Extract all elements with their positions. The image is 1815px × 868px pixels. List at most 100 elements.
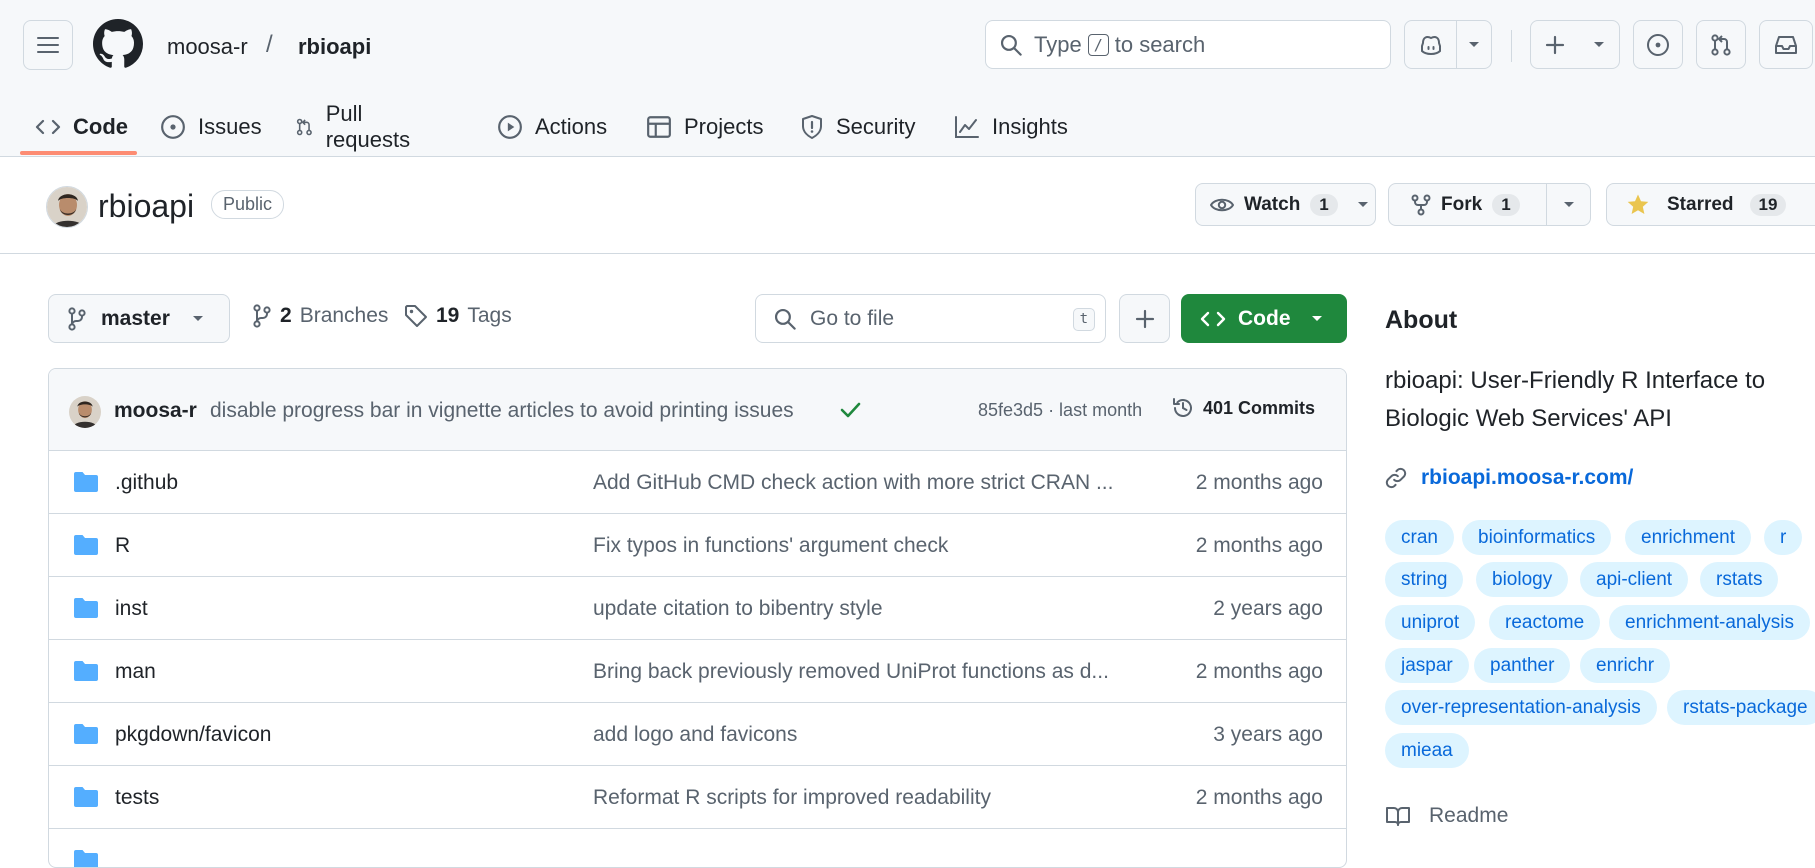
readme-link[interactable]: Readme bbox=[1385, 804, 1508, 828]
file-commit-message[interactable]: update citation to bibentry style bbox=[593, 597, 1183, 621]
tab-issues[interactable]: Issues bbox=[160, 96, 262, 157]
tab-insights[interactable]: Insights bbox=[954, 96, 1068, 157]
folder-icon bbox=[74, 850, 98, 867]
starred-button[interactable]: Starred 19 bbox=[1606, 183, 1815, 226]
copilot-button[interactable] bbox=[1405, 21, 1457, 68]
topic-tag[interactable]: string bbox=[1385, 562, 1464, 597]
topic-tag[interactable]: jaspar bbox=[1385, 648, 1469, 683]
topic-tag[interactable]: mieaa bbox=[1385, 733, 1469, 768]
menu-button[interactable] bbox=[23, 20, 73, 70]
watch-button[interactable]: Watch 1 bbox=[1195, 183, 1376, 226]
topic-tag[interactable]: panther bbox=[1474, 648, 1571, 683]
breadcrumb-owner[interactable]: moosa-r bbox=[167, 34, 248, 60]
file-name[interactable]: pkgdown/favicon bbox=[115, 723, 271, 747]
git-branch-icon bbox=[68, 306, 86, 331]
commit-author[interactable]: moosa-r bbox=[114, 399, 197, 423]
pull-requests-shortcut-button[interactable] bbox=[1696, 20, 1746, 69]
go-to-file-input[interactable]: Go to file t bbox=[755, 294, 1106, 343]
book-icon bbox=[1386, 807, 1410, 826]
tab-code[interactable]: Code bbox=[35, 96, 128, 157]
hamburger-icon bbox=[37, 37, 59, 53]
branches-link[interactable]: 2 Branches bbox=[252, 304, 388, 328]
table-row[interactable]: R Fix typos in functions' argument check… bbox=[49, 514, 1346, 577]
topic-tag[interactable]: uniprot bbox=[1385, 605, 1476, 640]
table-row[interactable]: .github Add GitHub CMD check action with… bbox=[49, 451, 1346, 514]
triangle-down-icon bbox=[1311, 315, 1322, 321]
watch-dropdown[interactable] bbox=[1352, 184, 1375, 225]
global-header: moosa-r / rbioapi Type / to search Code … bbox=[0, 0, 1815, 157]
code-button-label: Code bbox=[1238, 306, 1291, 330]
topic-tag[interactable]: reactome bbox=[1489, 605, 1601, 640]
commits-link[interactable]: 401 Commits bbox=[1171, 396, 1315, 420]
graph-icon bbox=[955, 115, 979, 138]
topic-tag[interactable]: enrichment-analysis bbox=[1609, 605, 1810, 640]
file-name[interactable]: .github bbox=[115, 471, 178, 495]
git-branch-icon bbox=[253, 304, 271, 328]
plus-icon bbox=[1135, 309, 1154, 328]
website-link[interactable]: rbioapi.moosa-r.com/ bbox=[1385, 466, 1633, 490]
branch-name: master bbox=[101, 306, 170, 330]
github-logo-icon[interactable] bbox=[93, 19, 143, 69]
topic-tag[interactable]: cran bbox=[1385, 520, 1454, 555]
table-row[interactable]: inst update citation to bibentry style 2… bbox=[49, 577, 1346, 640]
table-row[interactable]: man Bring back previously removed UniPro… bbox=[49, 640, 1346, 703]
topic-tag[interactable]: rstats-package bbox=[1667, 690, 1815, 725]
fork-button[interactable]: Fork 1 bbox=[1389, 184, 1546, 225]
tab-label: Actions bbox=[535, 113, 608, 139]
file-name[interactable]: inst bbox=[115, 597, 148, 621]
readme-label: Readme bbox=[1429, 804, 1509, 827]
copilot-button-group bbox=[1404, 20, 1492, 69]
starred-main[interactable]: Starred 19 bbox=[1607, 184, 1800, 225]
tag-icon bbox=[405, 305, 427, 327]
add-file-button[interactable] bbox=[1119, 294, 1170, 343]
breadcrumb-repo[interactable]: rbioapi bbox=[298, 34, 371, 60]
create-new-button[interactable] bbox=[1530, 20, 1620, 69]
branch-selector[interactable]: master bbox=[48, 294, 230, 343]
commit-author-avatar[interactable] bbox=[69, 396, 101, 428]
tab-actions[interactable]: Actions bbox=[497, 96, 607, 157]
commit-hash-time[interactable]: 85fe3d5 · last month bbox=[978, 400, 1142, 421]
file-commit-message[interactable]: Fix typos in functions' argument check bbox=[593, 534, 1183, 558]
fork-count: 1 bbox=[1492, 193, 1520, 216]
topic-tag[interactable]: rstats bbox=[1700, 562, 1779, 597]
watch-main[interactable]: Watch 1 bbox=[1196, 184, 1352, 225]
fork-dropdown[interactable] bbox=[1546, 184, 1590, 225]
global-search-input[interactable]: Type / to search bbox=[985, 20, 1391, 69]
file-age: 3 years ago bbox=[1213, 723, 1323, 746]
file-commit-message[interactable]: Bring back previously removed UniProt fu… bbox=[593, 660, 1183, 684]
inbox-button[interactable] bbox=[1759, 20, 1813, 69]
table-row[interactable]: pkgdown/favicon add logo and favicons 3 … bbox=[49, 703, 1346, 766]
tab-projects[interactable]: Projects bbox=[646, 96, 763, 157]
file-name[interactable]: man bbox=[115, 660, 156, 684]
repo-title[interactable]: rbioapi bbox=[98, 188, 194, 225]
tab-label: Pull requests bbox=[325, 100, 411, 152]
breadcrumb-separator: / bbox=[266, 31, 273, 58]
go-to-file-placeholder: Go to file bbox=[810, 306, 895, 330]
issues-shortcut-button[interactable] bbox=[1633, 20, 1683, 69]
table-row[interactable]: tests Reformat R scripts for improved re… bbox=[49, 766, 1346, 829]
tags-link[interactable]: 19 Tags bbox=[404, 304, 512, 328]
file-commit-message[interactable]: add logo and favicons bbox=[593, 723, 1183, 747]
fork-button-group: Fork 1 bbox=[1388, 183, 1591, 226]
owner-avatar[interactable] bbox=[46, 186, 88, 228]
commit-message[interactable]: disable progress bar in vignette article… bbox=[210, 399, 794, 423]
file-commit-message[interactable]: Reformat R scripts for improved readabil… bbox=[593, 786, 1183, 810]
topic-tag[interactable]: r bbox=[1764, 520, 1803, 555]
topic-tag[interactable]: api-client bbox=[1580, 562, 1689, 597]
history-icon bbox=[1173, 398, 1192, 417]
tab-pull-requests[interactable]: Pull requests bbox=[295, 96, 417, 157]
check-icon[interactable] bbox=[839, 400, 861, 420]
file-commit-message[interactable]: Add GitHub CMD check action with more st… bbox=[593, 471, 1183, 495]
topic-tag[interactable]: enrichment bbox=[1625, 520, 1751, 555]
topic-tag[interactable]: over-representation-analysis bbox=[1385, 690, 1657, 725]
topic-tag[interactable]: biology bbox=[1476, 562, 1569, 597]
tab-security[interactable]: Security bbox=[800, 96, 915, 157]
code-button[interactable]: Code bbox=[1181, 294, 1347, 343]
table-row[interactable] bbox=[49, 829, 1346, 867]
file-name[interactable]: tests bbox=[115, 786, 159, 810]
folder-icon bbox=[74, 472, 98, 492]
file-name[interactable]: R bbox=[115, 534, 130, 558]
topic-tag[interactable]: bioinformatics bbox=[1462, 520, 1612, 555]
topic-tag[interactable]: enrichr bbox=[1580, 648, 1671, 683]
copilot-dropdown-button[interactable] bbox=[1457, 21, 1491, 68]
